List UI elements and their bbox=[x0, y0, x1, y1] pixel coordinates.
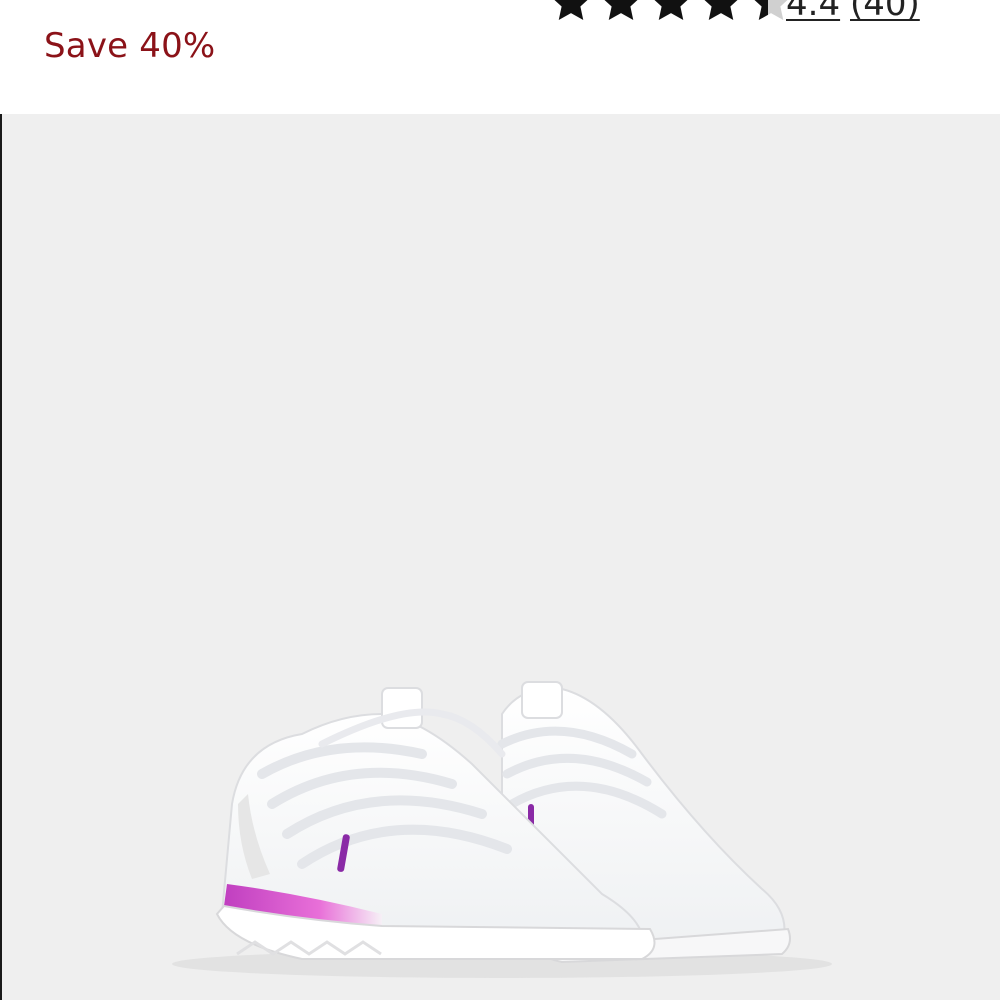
discount-label: Save 40% bbox=[44, 26, 216, 66]
rating-stars[interactable] bbox=[548, 0, 794, 26]
sneaker-pair-image bbox=[172, 681, 832, 978]
star-icon bbox=[554, 0, 588, 21]
review-count-link[interactable]: (40) bbox=[850, 0, 920, 24]
product-image-container[interactable] bbox=[2, 114, 1000, 1000]
star-icon bbox=[704, 0, 738, 21]
star-icon bbox=[604, 0, 638, 21]
star-icon bbox=[654, 0, 688, 21]
rating-value-link[interactable]: 4.4 bbox=[786, 0, 840, 24]
product-header: Save 40% 4.4 (40) bbox=[0, 0, 1000, 114]
